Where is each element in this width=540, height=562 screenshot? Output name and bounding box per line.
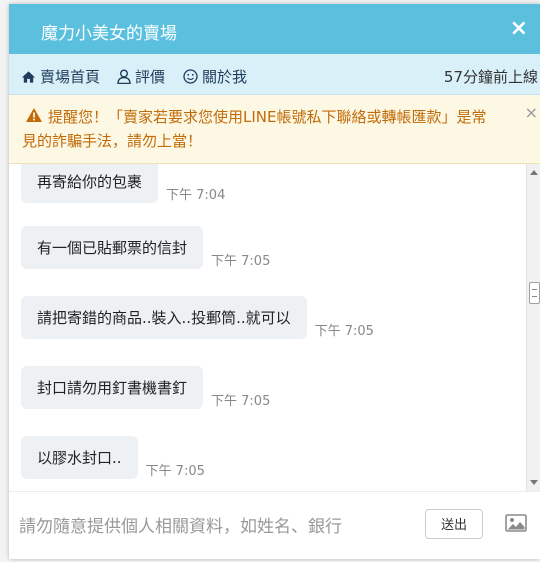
message-time: 下午 7:05 — [145, 464, 205, 479]
nav-ratings-label: 評價 — [135, 68, 166, 86]
warning-text: 提醒您！「賣家若要求您使用LINE帳號私下聯絡或轉帳匯款」是常 見的詐騙手法，請… — [22, 105, 518, 153]
chat-window: 魔力小美女的賣場 × 賣場首頁 評價 關於我 57分鐘前上線 提醒您！「賣家若要… — [9, 4, 540, 559]
scroll-down-arrow-icon[interactable] — [530, 480, 538, 485]
warning-line-1: 提醒您！「賣家若要求您使用LINE帳號私下聯絡或轉帳匯款」是常 — [48, 108, 487, 126]
nav-shop-home[interactable]: 賣場首頁 — [21, 66, 100, 87]
nav-about-me[interactable]: 關於我 — [183, 66, 247, 87]
warning-icon — [26, 108, 42, 122]
nav-shop-home-label: 賣場首頁 — [40, 68, 101, 86]
message-item: 以膠水封口.. 下午 7:05 — [21, 436, 205, 479]
message-item: 請把寄錯的商品..裝入..投郵筒..就可以 下午 7:05 — [21, 296, 374, 339]
message-bubble: 封口請勿用釘書機書釘 — [21, 366, 204, 409]
message-bubble: 以膠水封口.. — [21, 436, 138, 479]
scroll-thumb[interactable] — [529, 282, 540, 304]
warning-line-2: 見的詐騙手法，請勿上當！ — [22, 132, 203, 150]
title-bar: 魔力小美女的賣場 × — [9, 4, 540, 54]
message-time: 下午 7:05 — [211, 394, 271, 409]
message-item: 封口請勿用釘書機書釘 下午 7:05 — [21, 366, 270, 409]
message-bubble: 請把寄錯的商品..裝入..投郵筒..就可以 — [21, 296, 307, 339]
message-item: 有一個已貼郵票的信封 下午 7:05 — [21, 226, 270, 269]
scroll-up-arrow-icon[interactable] — [530, 170, 538, 175]
message-input[interactable] — [17, 508, 421, 546]
close-chat-button[interactable]: × — [510, 16, 528, 42]
nav-ratings[interactable]: 評價 — [117, 66, 165, 87]
message-bubble: 再寄給你的包裹 — [21, 164, 159, 203]
nav-about-me-label: 關於我 — [202, 68, 248, 86]
message-item: 再寄給你的包裹 下午 7:04 — [21, 164, 225, 203]
message-time: 下午 7:05 — [314, 324, 374, 339]
nav-bar: 賣場首頁 評價 關於我 57分鐘前上線 — [9, 54, 540, 95]
message-time: 下午 7:05 — [211, 254, 271, 269]
image-icon[interactable] — [505, 514, 527, 532]
user-icon — [117, 69, 131, 84]
message-scrollbar[interactable] — [526, 164, 540, 491]
message-bubble: 有一個已貼郵票的信封 — [21, 226, 204, 269]
last-online-status: 57分鐘前上線 — [443, 68, 538, 86]
message-list: 再寄給你的包裹 下午 7:04 有一個已貼郵票的信封 下午 7:05 請把寄錯的… — [9, 164, 526, 491]
composer: 送出 — [9, 491, 540, 559]
send-button[interactable]: 送出 — [425, 509, 483, 539]
scam-warning-banner: 提醒您！「賣家若要求您使用LINE帳號私下聯絡或轉帳匯款」是常 見的詐騙手法，請… — [9, 95, 540, 164]
smile-icon — [183, 69, 198, 84]
close-warning-button[interactable]: × — [525, 101, 538, 125]
home-icon — [21, 70, 36, 83]
message-time: 下午 7:04 — [166, 188, 226, 203]
shop-title: 魔力小美女的賣場 — [41, 24, 177, 44]
